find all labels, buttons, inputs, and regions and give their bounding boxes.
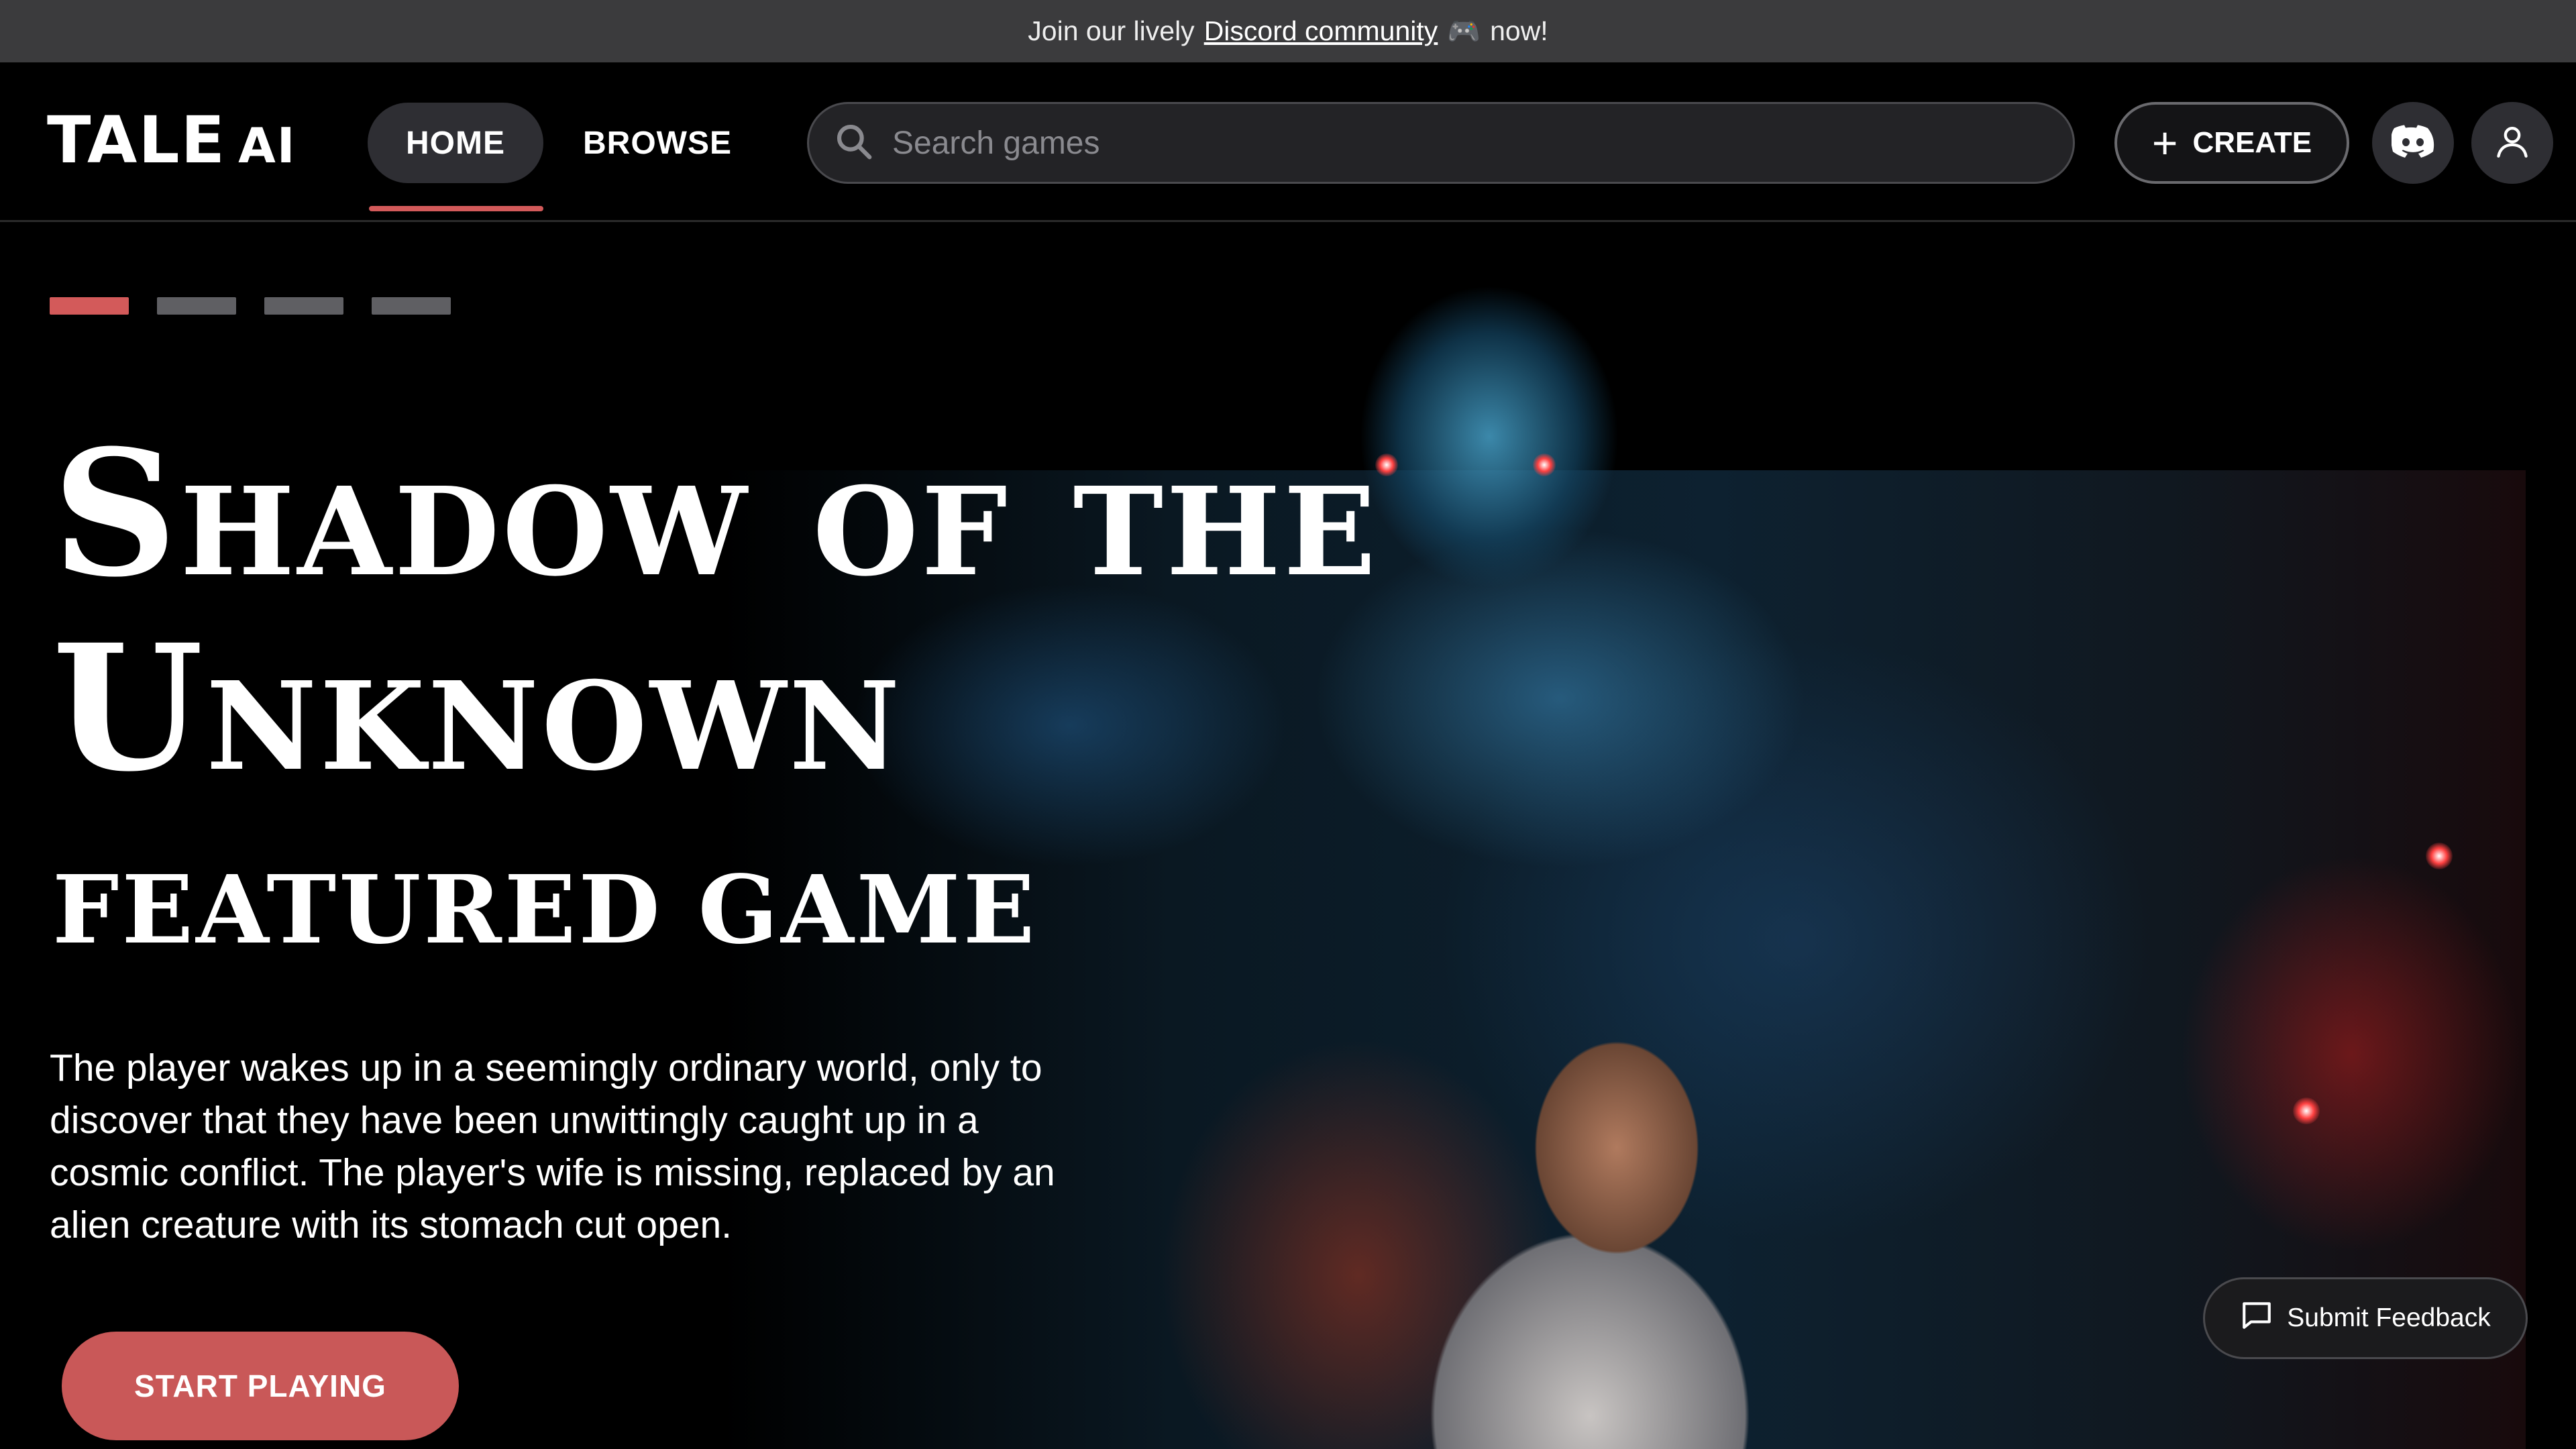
- search-input[interactable]: [891, 123, 1964, 162]
- user-account-button[interactable]: [2471, 102, 2553, 184]
- game-title: Shadow of the Unknown: [52, 417, 1729, 806]
- discord-community-link[interactable]: Discord community: [1204, 15, 1438, 47]
- creature-eye: [2426, 843, 2453, 869]
- discord-button[interactable]: [2372, 102, 2454, 184]
- game-title-line2: Unknown: [52, 606, 903, 810]
- plus-icon: +: [2151, 118, 2178, 168]
- announcement-bar: Join our lively Discord community 🎮 now!: [0, 0, 2576, 62]
- site-header: TALE AI HOME BROWSE + CREATE: [0, 62, 2576, 222]
- slide-indicator[interactable]: [264, 297, 343, 315]
- slide-indicator[interactable]: [372, 297, 451, 315]
- nav-browse-tab[interactable]: BROWSE: [564, 103, 751, 183]
- announcement-prefix: Join our lively: [1028, 15, 1195, 46]
- start-playing-button[interactable]: START PLAYING: [62, 1332, 459, 1440]
- featured-game-label: FEATURED GAME: [52, 855, 1038, 965]
- game-description: The player wakes up in a seemingly ordin…: [50, 1046, 1055, 1246]
- logo-main: TALE: [47, 103, 227, 178]
- nav-home-tab[interactable]: HOME: [368, 103, 543, 183]
- active-tab-indicator: [369, 206, 543, 211]
- featured-hero: Shadow of the Unknown FEATURED GAME The …: [0, 222, 2576, 1449]
- slide-indicator[interactable]: [50, 297, 129, 315]
- create-button[interactable]: + CREATE: [2114, 102, 2349, 184]
- man-figure-artwork: [1335, 987, 1805, 1449]
- gamepad-emoji-icon: 🎮: [1447, 17, 1481, 46]
- game-title-line1: Shadow of the: [52, 412, 1379, 615]
- submit-feedback-label: Submit Feedback: [2287, 1303, 2491, 1332]
- creature-eye: [2293, 1097, 2320, 1124]
- tale-ai-logo[interactable]: TALE AI: [47, 108, 297, 172]
- slide-indicators: [50, 297, 451, 315]
- search-icon: [833, 121, 875, 166]
- discord-icon: [2391, 124, 2434, 162]
- announcement-suffix: now!: [1490, 15, 1548, 46]
- search-bar[interactable]: [807, 102, 2075, 184]
- user-icon: [2493, 122, 2532, 164]
- logo-suffix: AI: [238, 117, 297, 174]
- submit-feedback-button[interactable]: Submit Feedback: [2203, 1277, 2528, 1359]
- create-label: CREATE: [2192, 126, 2312, 159]
- slide-indicator[interactable]: [157, 297, 236, 315]
- chat-bubble-icon: [2240, 1299, 2273, 1337]
